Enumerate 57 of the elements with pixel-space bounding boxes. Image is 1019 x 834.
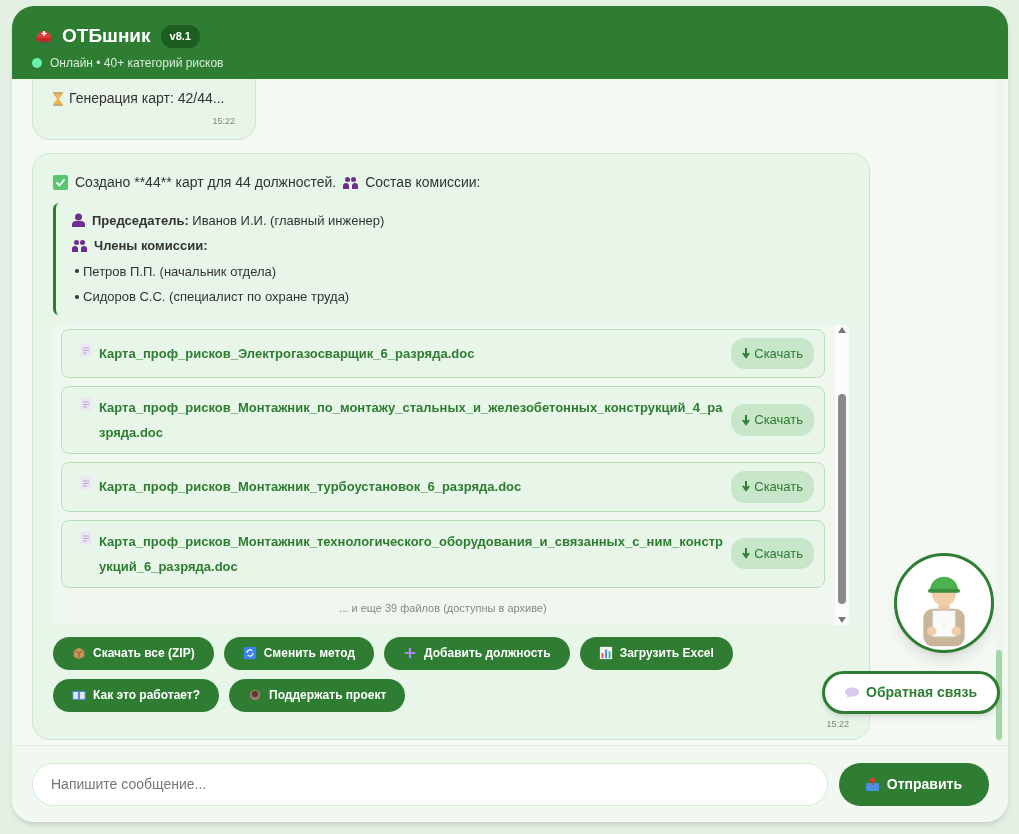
download-icon [742,347,751,359]
member-text: Петров П.П. (начальник отдела) [83,262,277,281]
download-button[interactable]: Скачать [731,404,814,436]
chairman-text: Председатель: Иванов И.И. (главный инженер) [92,211,385,230]
people-icon [343,175,359,189]
action-button[interactable]: Загрузить Excel [579,636,733,670]
document-icon [80,476,92,491]
chart-icon [598,646,613,660]
action-button[interactable]: Сменить метод [223,636,375,670]
people-icon [72,239,87,253]
message-time: 15:22 [826,717,849,731]
download-icon [742,481,751,493]
book-icon [72,688,86,702]
message-text: Состав комиссии: [365,172,481,192]
document-icon [80,397,92,411]
download-button[interactable]: Скачать [731,337,814,369]
message-text: Генерация карт: 42/44... [69,89,225,108]
send-button[interactable]: Отправить [838,762,989,806]
members-label: Члены комиссии: [94,237,208,255]
document-icon [80,530,92,545]
person-icon [72,213,85,228]
app-title: ОТБшник [62,24,151,48]
status-text: Онлайн • 40+ категорий рисков [50,54,224,72]
speech-bubble-icon [845,687,859,698]
file-name: Карта_проф_рисков_Электрогазосварщик_6_разряда.doc [99,344,475,363]
version-badge: v8.1 [160,25,200,48]
action-button[interactable]: Скачать все (ZIP) [53,636,214,670]
plus-icon [403,646,418,660]
message-time: 15:22 [212,115,235,128]
message-input[interactable]: Напишите сообщение... [32,762,828,806]
more-files-text: ... и еще 39 файлов (доступны в архиве) [339,600,547,616]
file-name: Карта_проф_рисков_Монтажник_по_монтажу_стальных_и_железобетонных_конструкций_4_разряда.doc [99,399,724,442]
action-button[interactable]: Добавить должность [384,636,570,670]
bullet-icon [75,294,79,299]
download-button[interactable]: Скачать [731,471,814,503]
file-name: Карта_проф_рисков_Монтажник_технологического_оборудования_и_связанных_с_ним_конструкций_6_разряда.doc [99,532,724,576]
member-text: Сидоров С.С. (специалист по охране труда) [83,288,350,306]
action-button[interactable]: Как это работает? [53,678,220,712]
document-icon [80,342,92,357]
file-name: Карта_проф_рисков_Монтажник_турбоустановок_6_разряда.doc [99,478,522,497]
refresh-icon [242,646,257,660]
scroll-down-icon[interactable] [838,616,846,623]
download-button[interactable]: Скачать [731,537,814,570]
checkbox-icon [53,174,68,190]
scroll-up-icon[interactable] [838,326,846,333]
bullet-icon [75,269,79,274]
box-icon [72,646,86,660]
download-icon [742,414,751,426]
action-button[interactable]: Поддержать проект [229,678,406,712]
hourglass-icon [53,91,63,106]
download-icon [742,548,751,559]
scrollbar[interactable] [835,324,849,625]
cup-icon [248,688,263,702]
outbox-icon [865,777,879,791]
message-text: Создано **44** карт для 44 должностей. [75,172,337,192]
scrollbar[interactable] [996,79,1004,745]
feedback-button[interactable]: Обратная связь [822,671,1000,714]
